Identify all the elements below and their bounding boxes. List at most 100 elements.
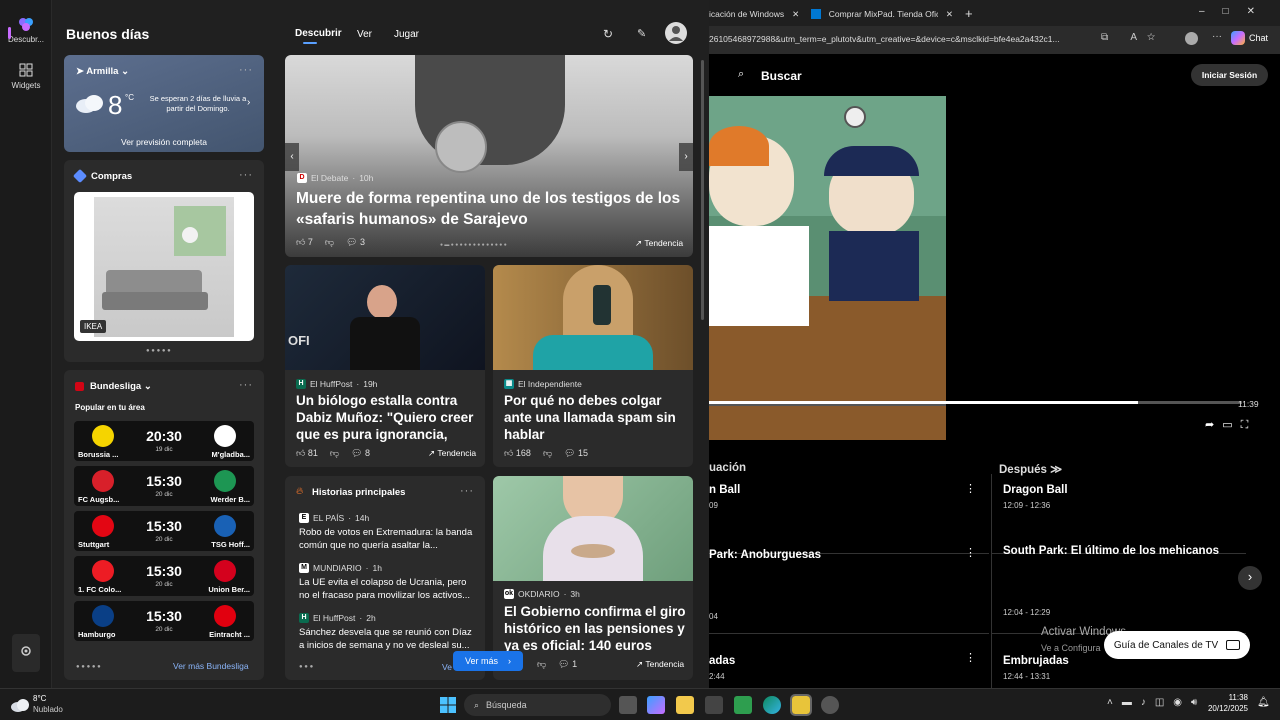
settings-icon[interactable] xyxy=(821,696,839,714)
comment-button[interactable]: 💬︎ 15 xyxy=(564,448,588,459)
dislike-button[interactable]: 👎︎ xyxy=(325,237,334,248)
search-icon[interactable]: ⌕ xyxy=(738,68,744,81)
story-item[interactable]: H El HuffPost · 2h Sánchez desvela que se… xyxy=(299,613,479,652)
match-row[interactable]: 15:30 20 dic FC Augsb... Werder B... xyxy=(74,466,254,506)
search-label[interactable]: Buscar xyxy=(761,69,802,83)
tab-watch[interactable]: Ver xyxy=(357,29,372,40)
weather-card[interactable]: ➤ Armilla ⌄ ··· 8 °C Se esperan 2 días d… xyxy=(64,55,264,152)
program-cell[interactable]: Park: Anoburguesas 04 ⋮ xyxy=(709,547,989,634)
video-progress-fill[interactable] xyxy=(709,401,1138,404)
like-button[interactable]: 👍︎ 81 xyxy=(296,448,318,459)
more-vertical-icon[interactable]: ⋮ xyxy=(965,546,976,559)
news-card-independiente[interactable]: ▦ El Independiente Por qué no debes colga… xyxy=(493,265,693,467)
browser-tab[interactable]: icación de Windows ✕ xyxy=(709,4,799,24)
new-tab-button[interactable]: + xyxy=(965,6,973,21)
dislike-button[interactable]: 👎︎ xyxy=(537,659,546,670)
shopping-more-icon[interactable]: ··· xyxy=(239,169,253,181)
like-button[interactable]: 👍︎ 7 xyxy=(296,237,313,248)
comment-button[interactable]: 💬︎ 1 xyxy=(558,659,577,670)
tv-guide-button[interactable]: Guía de Canales de TV xyxy=(1104,631,1250,659)
weather-location[interactable]: ➤ Armilla ⌄ xyxy=(76,66,129,77)
hero-carousel-dots[interactable]: ● ▬ ● ● ● ● ● ● ● ● ● ● ● ● ● xyxy=(440,242,507,248)
window-controls[interactable]: –□✕ xyxy=(1199,6,1273,17)
match-row[interactable]: 15:30 20 dic Stuttgart TSG Hoff... xyxy=(74,511,254,551)
more-vertical-icon[interactable]: ⋮ xyxy=(965,651,976,664)
program-cell[interactable]: n Ball 09 ⋮ xyxy=(709,474,989,554)
copilot-chat-button[interactable]: Chat xyxy=(1231,31,1268,45)
taskbar-search[interactable]: ⌕ Búsqueda xyxy=(464,694,611,716)
url-text[interactable]: 26105468972988&utm_term=e_plutotv&utm_cr… xyxy=(709,34,1094,44)
close-icon[interactable]: ✕ xyxy=(792,9,799,20)
taskbar-weather-desc[interactable]: Nublado xyxy=(33,705,63,714)
schedule-next-button[interactable]: › xyxy=(1238,566,1262,590)
copilot-icon[interactable] xyxy=(647,696,665,714)
program-cell[interactable]: Dragon Ball 12:09 - 12:36 xyxy=(991,474,1246,554)
profile-avatar[interactable] xyxy=(1185,32,1198,45)
comment-button[interactable]: 💬︎ 3 xyxy=(346,237,365,248)
bundesliga-dots[interactable]: ● ● ● ● ● xyxy=(76,664,101,670)
sticky-notes-icon[interactable] xyxy=(790,694,812,716)
news-card-huffpost[interactable]: OFI H El HuffPost · 19h Un biólogo estall… xyxy=(285,265,485,467)
app-green-icon[interactable] xyxy=(734,696,752,714)
news-card-okdiario[interactable]: ok OKDIARIO · 3h El Gobierno confirma el … xyxy=(493,476,693,680)
windows-start-icon[interactable] xyxy=(440,697,456,713)
program-cell[interactable]: adas 2:44 ⋮ xyxy=(709,634,989,688)
store-icon[interactable] xyxy=(705,696,723,714)
match-row[interactable]: 15:30 20 dic Hamburgo Eintracht ... xyxy=(74,601,254,641)
hero-title[interactable]: Muere de forma repentina uno de los test… xyxy=(296,188,686,230)
weather-more-icon[interactable]: ··· xyxy=(239,64,253,76)
bundesliga-title[interactable]: Bundesliga ⌄ xyxy=(90,381,152,392)
product-image[interactable]: IKEA xyxy=(74,192,254,341)
video-controls[interactable]: ➦▭⛶ xyxy=(1205,418,1256,432)
match-row[interactable]: 15:30 20 dic 1. FC Colo... Union Ber... xyxy=(74,556,254,596)
taskbar-weather-temp[interactable]: 8°C xyxy=(33,694,46,703)
independiente-title[interactable]: Por qué no debes colgar ante una llamada… xyxy=(504,392,688,443)
task-view-icon[interactable] xyxy=(619,696,637,714)
hero-prev-button[interactable]: ‹ xyxy=(285,143,299,171)
edge-icon[interactable] xyxy=(763,696,781,714)
weather-forecast-link[interactable]: Ver previsión completa xyxy=(64,137,264,147)
stories-more-link[interactable]: Ve xyxy=(442,662,452,672)
huffpost-title[interactable]: Un biólogo estalla contra Dabiz Muñoz: "… xyxy=(296,392,478,443)
program-cell[interactable]: South Park: El último de los mehicanos 1… xyxy=(991,545,1246,634)
video-progress-track[interactable] xyxy=(1138,401,1242,404)
more-vertical-icon[interactable]: ⋮ xyxy=(965,482,976,495)
story-item[interactable]: E EL PAÍS · 14h Robo de votos en Extremad… xyxy=(299,513,479,552)
close-icon[interactable]: ✕ xyxy=(946,9,953,20)
login-button[interactable]: Iniciar Sesión xyxy=(1191,64,1268,86)
rail-widgets[interactable]: Widgets xyxy=(0,62,52,90)
like-button[interactable]: 👍︎ 168 xyxy=(504,448,531,459)
hero-next-button[interactable]: › xyxy=(679,143,693,171)
comment-button[interactable]: 💬︎ 8 xyxy=(351,448,370,459)
toolbar-icons[interactable]: ⧉ A☆ xyxy=(1101,32,1165,43)
hero-card[interactable]: ‹ › D El Debate · 10h Muere de forma repe… xyxy=(285,55,693,257)
browser-tab[interactable]: Comprar MixPad. Tienda Oficial de✕ xyxy=(803,4,953,24)
video-player[interactable] xyxy=(709,96,946,440)
bundesliga-more-link[interactable]: Ver más Bundesliga xyxy=(173,661,249,671)
file-explorer-icon[interactable] xyxy=(676,696,694,714)
weather-temp: 8 xyxy=(108,90,123,120)
story-item[interactable]: M MUNDIARIO · 1h La UE evita el colapso d… xyxy=(299,563,479,602)
refresh-icon[interactable]: ↻ xyxy=(603,27,613,41)
taskbar-time[interactable]: 11:38 xyxy=(1208,693,1248,702)
tray-icons[interactable]: ˄▬♪◫◉🔊︎ xyxy=(1107,697,1206,708)
okdiario-title[interactable]: El Gobierno confirma el giro histórico e… xyxy=(504,603,688,654)
settings-button[interactable] xyxy=(12,634,40,672)
weather-next-icon[interactable]: › xyxy=(247,97,250,108)
notifications-icon[interactable]: 🔔︎ xyxy=(1257,697,1270,708)
match-row[interactable]: 20:30 19 dic Borussia ... M'gladba... xyxy=(74,421,254,461)
see-more-button[interactable]: Ver más › xyxy=(453,651,523,671)
stories-dots[interactable]: ● ● ● xyxy=(299,664,313,670)
carousel-dots[interactable]: ● ● ● ● ● xyxy=(146,348,171,354)
top-stories-more-icon[interactable]: ··· xyxy=(460,485,474,497)
dislike-button[interactable]: 👎︎ xyxy=(543,448,552,459)
tab-play[interactable]: Jugar xyxy=(394,29,419,40)
tab-discover[interactable]: Descubrir xyxy=(295,28,342,39)
avatar[interactable] xyxy=(665,22,687,44)
taskbar-date[interactable]: 20/12/2025 xyxy=(1200,704,1248,713)
pin-icon[interactable]: ✎ xyxy=(637,27,646,40)
panel-scrollbar[interactable] xyxy=(701,60,704,320)
bundesliga-more-icon[interactable]: ··· xyxy=(239,379,253,391)
dislike-button[interactable]: 👎︎ xyxy=(330,448,339,459)
menu-icon[interactable]: ··· xyxy=(1212,31,1222,42)
